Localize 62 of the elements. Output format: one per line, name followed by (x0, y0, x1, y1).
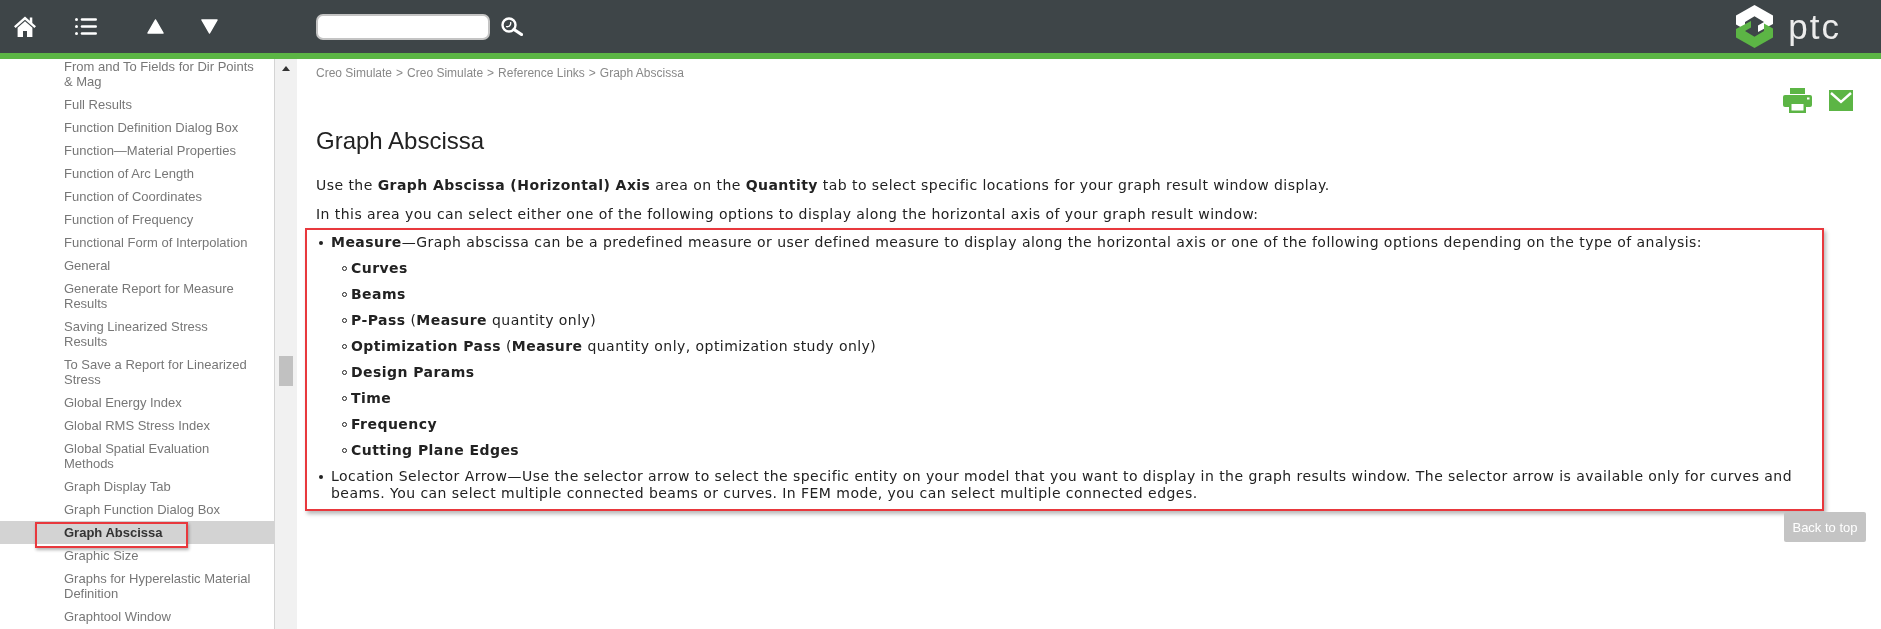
list-item-text: Measure—Graph abscissa can be a predefined measure or user defined measure to display along the horizontal axis or one of the following options depending on the type of analysis: (331, 234, 1703, 251)
search-field[interactable] (316, 13, 490, 40)
sidebar-item[interactable]: Global RMS Stress Index (0, 414, 274, 437)
sidebar-item[interactable]: Graphs for Hyperelastic Material Definition (0, 567, 274, 605)
sidebar-item[interactable]: From and To Fields for Dir Points & Mag (0, 59, 274, 93)
sidebar-item[interactable]: Function of Arc Length (0, 162, 274, 185)
list-item-text: Optimization Pass (Measure quantity only, optimization study only) (351, 338, 877, 355)
printer-icon (1783, 88, 1812, 113)
sidebar-item[interactable]: Global Spatial Evaluation Methods (0, 437, 274, 475)
bullet-icon (319, 475, 323, 479)
list-item-text: Time (351, 390, 392, 407)
sidebar-item[interactable]: Saving Linearized Stress Results (0, 315, 274, 353)
breadcrumb-separator: > (487, 66, 495, 80)
list-item-text: Location Selector Arrow—Use the selector arrow to select the specific entity on your model that you want to display in the graph results window. The selector arrow is available only for curves and beams. You can select multiple connected beams or curves. In FEM mode, you can select multiple connected edges. (331, 468, 1793, 502)
sidebar-item[interactable]: Graphtool Window (0, 605, 274, 628)
triangle-up-icon (147, 19, 164, 34)
paragraph: Use the Graph Abscissa (Horizontal) Axis area on the Quantity tab to select specific locations for your graph result window display. (316, 177, 1331, 194)
list-item-text: P-Pass (Measure quantity only) (351, 312, 597, 329)
page-title: Graph Abscissa (316, 127, 486, 155)
list-item-text: Curves (351, 260, 408, 277)
home-button[interactable] (14, 16, 36, 37)
sidebar-item[interactable]: Generate Report for Measure Results (0, 277, 274, 315)
sidebar-item[interactable]: Functional Form of Interpolation (0, 231, 274, 254)
list-item-text: Beams (351, 286, 406, 303)
list-icon (75, 18, 97, 35)
list-item-text: Design Params (351, 364, 475, 381)
home-icon (14, 16, 36, 37)
search-button[interactable] (501, 17, 523, 36)
logo-icon (1736, 5, 1774, 48)
sidebar-item[interactable]: Global Energy Index (0, 391, 274, 414)
down-button[interactable] (201, 19, 218, 34)
paragraph: In this area you can select either one of the following options to display along the horizontal axis of your graph result window: (316, 206, 1260, 223)
scrollbar-thumb[interactable] (279, 356, 293, 386)
search-icon (501, 17, 523, 36)
sidebar-item[interactable]: To Save a Report for Linearized Stress (0, 353, 274, 391)
sidebar-item[interactable]: Graphic Size (0, 544, 274, 567)
sidebar-item[interactable]: Function of Coordinates (0, 185, 274, 208)
up-button[interactable] (147, 19, 164, 34)
sidebar-item[interactable]: Function of Frequency (0, 208, 274, 231)
envelope-icon (1829, 90, 1853, 111)
scroll-up-icon[interactable] (282, 66, 290, 71)
breadcrumb-link[interactable]: Reference Links (498, 66, 585, 80)
breadcrumb-separator: > (588, 66, 596, 80)
print-button[interactable] (1783, 88, 1812, 113)
sidebar-item[interactable]: Graph Display Tab (0, 475, 274, 498)
sidebar-item[interactable]: General (0, 254, 274, 277)
logo-text: ptc (1788, 6, 1841, 47)
breadcrumb-link[interactable]: Creo Simulate (407, 66, 484, 80)
email-button[interactable] (1829, 90, 1853, 111)
list-button[interactable] (75, 18, 97, 35)
breadcrumb-link[interactable]: Creo Simulate (316, 66, 393, 80)
breadcrumb-separator: > (396, 66, 404, 80)
bullet-icon (319, 241, 323, 245)
sidebar-item[interactable]: Function—Material Properties (0, 139, 274, 162)
list-item-text: Cutting Plane Edges (351, 442, 520, 459)
breadcrumb-link[interactable]: Graph Abscissa (599, 66, 684, 80)
list-item-text: Frequency (351, 416, 437, 433)
scrollbar[interactable] (275, 59, 297, 629)
sidebar-item[interactable]: Function Definition Dialog Box (0, 116, 274, 139)
sidebar-item[interactable]: Graph Function Dialog Box (0, 498, 274, 521)
sidebar-item[interactable]: Full Results (0, 93, 274, 116)
triangle-down-icon (201, 19, 218, 34)
